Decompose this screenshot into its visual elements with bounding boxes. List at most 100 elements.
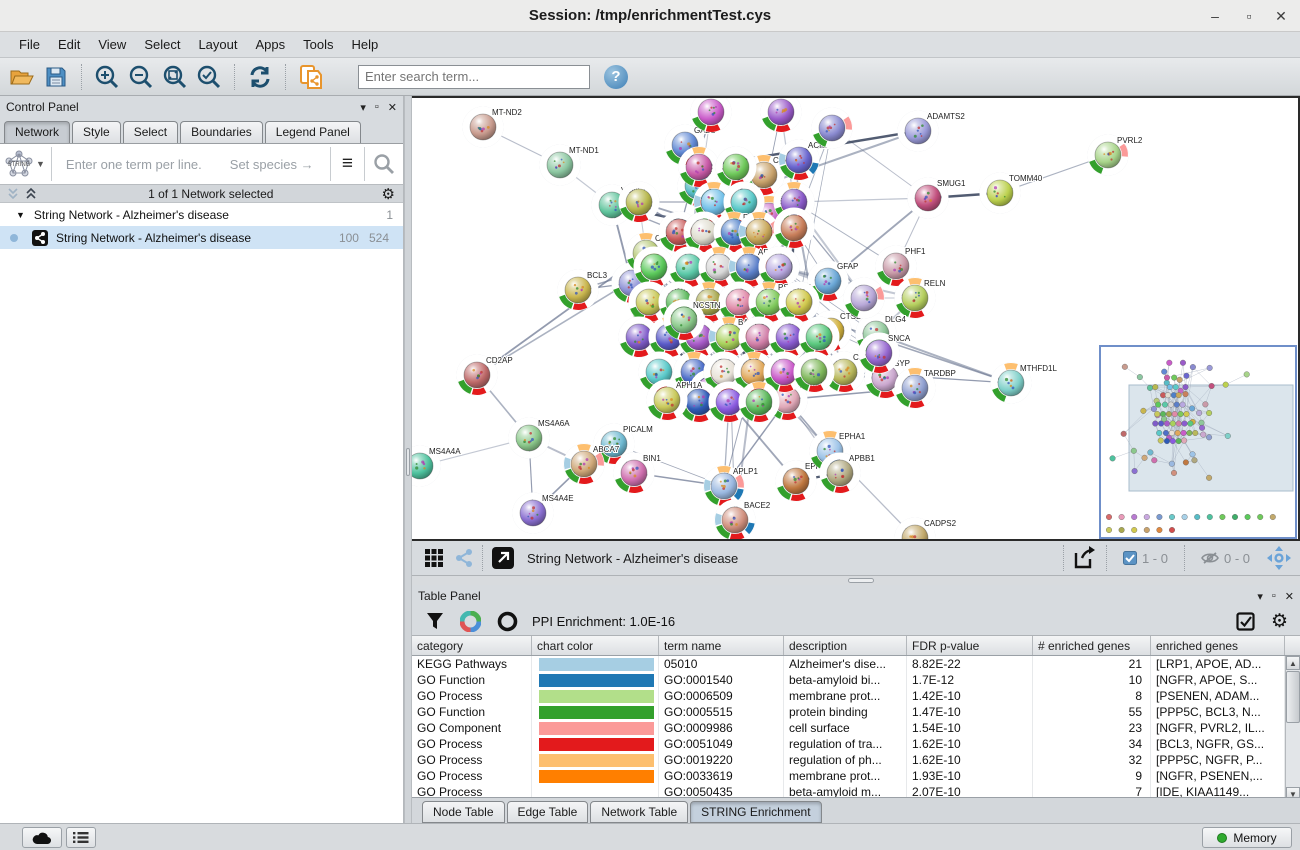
- network-node[interactable]: [634, 247, 674, 287]
- string-search-icon[interactable]: [373, 153, 395, 175]
- network-node[interactable]: MS4A4E: [513, 493, 574, 533]
- network-node[interactable]: [691, 98, 731, 132]
- network-node[interactable]: APBB1: [820, 453, 875, 493]
- table-row[interactable]: GO ComponentGO:0009986cell surface1.54E-…: [412, 720, 1300, 736]
- column-header-chart-color[interactable]: chart color: [532, 636, 659, 655]
- horizontal-splitter[interactable]: [412, 576, 1300, 585]
- navigator-svg[interactable]: [1101, 347, 1295, 537]
- network-node[interactable]: [761, 98, 801, 132]
- tab-legend-panel[interactable]: Legend Panel: [265, 121, 361, 143]
- table-row[interactable]: GO ProcessGO:0019220regulation of ph...1…: [412, 752, 1300, 768]
- menu-item-help[interactable]: Help: [343, 34, 388, 55]
- tab-edge-table[interactable]: Edge Table: [507, 801, 589, 823]
- tab-network[interactable]: Network: [4, 121, 70, 143]
- collapse-all-icon[interactable]: [6, 187, 22, 200]
- column-header-FDR-p-value[interactable]: FDR p-value: [907, 636, 1033, 655]
- clone-network-button[interactable]: [297, 63, 325, 91]
- tab-network-table[interactable]: Network Table: [590, 801, 688, 823]
- string-logo-icon[interactable]: STRING: [4, 149, 34, 179]
- splitter-grip[interactable]: [406, 448, 410, 476]
- network-node[interactable]: [794, 352, 834, 392]
- ring-chart-icon[interactable]: [497, 611, 518, 632]
- share-network-icon[interactable]: [454, 548, 474, 568]
- splitter-grip[interactable]: [848, 578, 874, 583]
- undock-panel-icon[interactable]: ▫: [1272, 590, 1276, 602]
- menu-item-select[interactable]: Select: [135, 34, 189, 55]
- memory-button[interactable]: Memory: [1202, 827, 1292, 848]
- table-row[interactable]: GO ProcessGO:0033619membrane prot...1.93…: [412, 768, 1300, 784]
- network-node[interactable]: MT-ND2: [463, 107, 522, 147]
- set-species-link[interactable]: Set species →: [230, 157, 326, 172]
- settings-gear-icon[interactable]: ⚙: [1271, 610, 1288, 633]
- table-row[interactable]: GO ProcessGO:0051049regulation of tra...…: [412, 736, 1300, 752]
- detach-view-icon[interactable]: [491, 546, 515, 570]
- string-options-icon[interactable]: ≡: [335, 153, 360, 175]
- float-panel-icon[interactable]: ▾: [360, 101, 366, 114]
- network-node[interactable]: CD2AP: [457, 355, 513, 395]
- tree-expand-icon[interactable]: ▼: [16, 210, 25, 220]
- menu-item-view[interactable]: View: [89, 34, 135, 55]
- table-row[interactable]: KEGG Pathways05010Alzheimer's dise...8.8…: [412, 656, 1300, 672]
- network-node[interactable]: [812, 108, 852, 148]
- tab-boundaries[interactable]: Boundaries: [180, 121, 263, 143]
- network-node[interactable]: [619, 182, 659, 222]
- menu-item-tools[interactable]: Tools: [294, 34, 342, 55]
- tab-string-enrichment[interactable]: STRING Enrichment: [690, 801, 821, 823]
- close-button[interactable]: ✕: [1268, 6, 1294, 26]
- tab-select[interactable]: Select: [123, 121, 178, 143]
- network-node[interactable]: BACE2: [715, 500, 771, 539]
- menu-item-apps[interactable]: Apps: [247, 34, 295, 55]
- network-node[interactable]: [779, 282, 819, 322]
- table-row[interactable]: GO FunctionGO:0005515protein binding1.47…: [412, 704, 1300, 720]
- scrollbar-thumb[interactable]: [1286, 671, 1300, 723]
- table-row[interactable]: GO ProcessGO:0006509membrane prot...1.42…: [412, 688, 1300, 704]
- refresh-button[interactable]: [246, 63, 274, 91]
- network-node[interactable]: BCL3: [558, 270, 608, 310]
- string-query-input[interactable]: Enter one term per line.: [66, 157, 202, 172]
- task-list-button[interactable]: [66, 827, 96, 848]
- network-node[interactable]: [739, 212, 779, 252]
- menu-item-edit[interactable]: Edit: [49, 34, 89, 55]
- zoom-selected-button[interactable]: [195, 63, 223, 91]
- undock-panel-icon[interactable]: ▫: [375, 101, 379, 113]
- search-input[interactable]: [358, 65, 590, 89]
- network-node[interactable]: SMUG1: [908, 178, 966, 218]
- network-node[interactable]: PVRL2: [1088, 135, 1143, 175]
- chevron-down-icon[interactable]: ▼: [36, 159, 45, 169]
- network-options-gear-icon[interactable]: ⚙: [382, 185, 395, 203]
- menu-item-layout[interactable]: Layout: [189, 34, 246, 55]
- table-row[interactable]: GO FunctionGO:0001540beta-amyloid bi...1…: [412, 672, 1300, 688]
- help-button[interactable]: ?: [604, 65, 628, 89]
- cloud-tasks-button[interactable]: [22, 827, 62, 848]
- close-panel-icon[interactable]: ✕: [388, 101, 397, 114]
- table-scrollbar[interactable]: ▲▼: [1285, 656, 1300, 801]
- menu-item-file[interactable]: File: [10, 34, 49, 55]
- maximize-button[interactable]: ▫: [1236, 6, 1262, 26]
- network-node[interactable]: TOMM40: [980, 173, 1043, 213]
- network-node[interactable]: BIN1: [614, 453, 661, 493]
- enrichment-table[interactable]: categorychart colorterm namedescriptionF…: [412, 636, 1300, 801]
- tab-style[interactable]: Style: [72, 121, 121, 143]
- scroll-up-button[interactable]: ▲: [1286, 656, 1300, 670]
- pie-chart-icon[interactable]: [460, 611, 481, 632]
- vertical-splitter[interactable]: [404, 96, 412, 823]
- export-network-icon[interactable]: [1072, 545, 1098, 571]
- network-node[interactable]: [799, 317, 839, 357]
- close-panel-icon[interactable]: ✕: [1285, 590, 1294, 603]
- network-node[interactable]: CADPS2: [895, 518, 957, 539]
- network-node[interactable]: [716, 147, 756, 187]
- column-header-description[interactable]: description: [784, 636, 907, 655]
- network-node[interactable]: [844, 278, 884, 318]
- column-header--enriched-genes[interactable]: # enriched genes: [1033, 636, 1151, 655]
- expand-all-icon[interactable]: [24, 187, 40, 200]
- zoom-in-button[interactable]: [93, 63, 121, 91]
- network-node[interactable]: MS4A6A: [509, 418, 570, 458]
- open-file-button[interactable]: [8, 63, 36, 91]
- column-header-category[interactable]: category: [412, 636, 532, 655]
- network-node[interactable]: [739, 382, 779, 422]
- network-node[interactable]: [774, 208, 814, 248]
- network-node[interactable]: ADAMTS2: [898, 111, 965, 151]
- birds-eye-navigator[interactable]: [1099, 345, 1297, 539]
- save-session-button[interactable]: [42, 63, 70, 91]
- network-node[interactable]: MTHFD1L: [991, 363, 1057, 403]
